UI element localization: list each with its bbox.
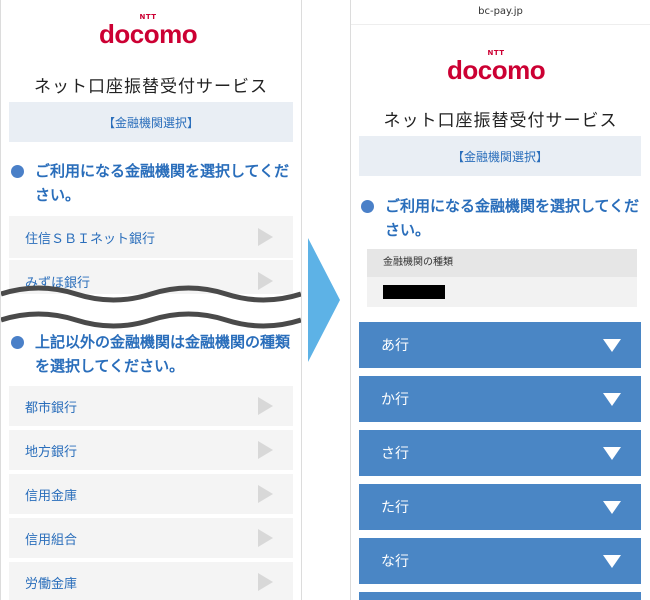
- kana-row[interactable]: か行: [359, 376, 641, 422]
- chevron-right-icon: [258, 485, 273, 503]
- kana-row-label: た行: [381, 500, 409, 516]
- bank-type-label: 信用組合: [25, 532, 78, 548]
- bank-type-label: 労働金庫: [25, 576, 78, 592]
- docomo-wordmark: docomo: [447, 55, 546, 85]
- bullet-icon: [361, 200, 374, 213]
- kana-row-partial[interactable]: [359, 592, 641, 600]
- kana-row-label: な行: [381, 554, 409, 570]
- kana-row[interactable]: さ行: [359, 430, 641, 476]
- bank-type-item[interactable]: 信用組合: [9, 518, 293, 558]
- bank-label: 住信ＳＢＩネット銀行: [25, 231, 156, 247]
- bank-type-item[interactable]: 地方銀行: [9, 430, 293, 470]
- bank-type-item[interactable]: 都市銀行: [9, 386, 293, 426]
- docomo-wordmark: docomo: [99, 19, 198, 49]
- section-bar: 【金融機関選択】: [359, 136, 641, 176]
- url-bar: bc-pay.jp: [351, 0, 650, 25]
- section-bar: 【金融機関選択】: [9, 102, 293, 142]
- chevron-down-icon: [603, 339, 621, 352]
- bank-type-label: 都市銀行: [25, 400, 78, 416]
- kana-row[interactable]: た行: [359, 484, 641, 530]
- chevron-down-icon: [603, 393, 621, 406]
- bank-type-item[interactable]: 労働金庫: [9, 562, 293, 600]
- select-heading-text: ご利用になる金融機関を選択してください。: [35, 162, 290, 204]
- chevron-down-icon: [603, 447, 621, 460]
- bank-kind-value-redacted: [383, 285, 445, 299]
- service-title: ネット口座振替受付サービス: [383, 111, 618, 131]
- chevron-right-icon: [258, 529, 273, 547]
- chevron-right-icon: [258, 441, 273, 459]
- bank-item[interactable]: 住信ＳＢＩネット銀行: [9, 216, 293, 258]
- bullet-icon: [11, 336, 24, 349]
- bullet-icon: [11, 165, 24, 178]
- chevron-right-icon: [258, 228, 273, 246]
- select-heading: ご利用になる金融機関を選択してください。: [361, 194, 647, 242]
- bank-kind-label: 金融機関の種類: [367, 249, 637, 277]
- chevron-right-icon: [258, 573, 273, 591]
- select-heading-text: ご利用になる金融機関を選択してください。: [385, 197, 640, 239]
- kana-row-label: か行: [381, 392, 409, 408]
- kana-row-label: あ行: [381, 338, 409, 354]
- bank-type-label: 地方銀行: [25, 444, 78, 460]
- chevron-down-icon: [603, 501, 621, 514]
- kana-row[interactable]: な行: [359, 538, 641, 584]
- bank-type-label: 信用金庫: [25, 488, 78, 504]
- chevron-right-icon: [258, 397, 273, 415]
- left-screen: NTT docomo ネット口座振替受付サービス 【金融機関選択】 ご利用になる…: [0, 0, 302, 600]
- chevron-down-icon: [603, 555, 621, 568]
- bank-kind-field: 金融機関の種類: [367, 249, 637, 307]
- type-heading: 上記以外の金融機関は金融機関の種類を選択してください。: [11, 330, 297, 378]
- select-heading: ご利用になる金融機関を選択してください。: [11, 159, 297, 207]
- right-screen: bc-pay.jp NTT docomo ネット口座振替受付サービス 【金融機関…: [350, 0, 650, 600]
- docomo-logo: NTT docomo: [99, 14, 198, 49]
- bank-type-item[interactable]: 信用金庫: [9, 474, 293, 514]
- transition-arrow-icon: [308, 238, 340, 362]
- docomo-logo: NTT docomo: [447, 50, 546, 85]
- kana-row[interactable]: あ行: [359, 322, 641, 368]
- service-title: ネット口座振替受付サービス: [34, 77, 268, 97]
- kana-row-label: さ行: [381, 446, 409, 462]
- type-heading-text: 上記以外の金融機関は金融機関の種類を選択してください。: [35, 333, 291, 375]
